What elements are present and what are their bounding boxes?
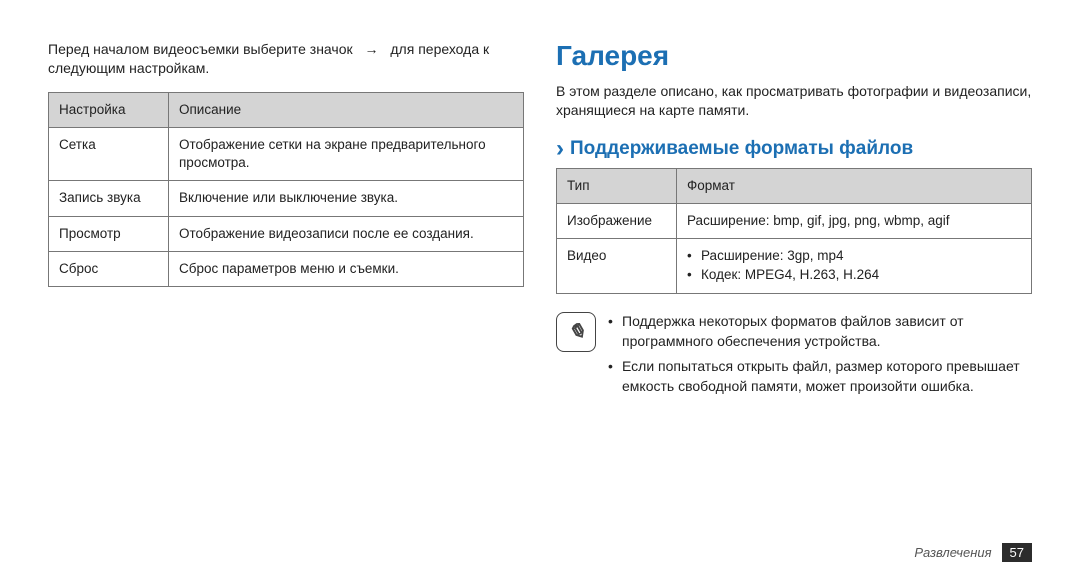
gallery-desc: В этом разделе описано, как просматриват…: [556, 82, 1032, 120]
formats-heading-text: Поддерживаемые форматы файлов: [570, 138, 913, 160]
cell-setting: Сброс: [49, 251, 169, 286]
right-column: Галерея В этом разделе описано, как прос…: [556, 40, 1032, 566]
header-desc: Описание: [169, 92, 524, 127]
table-row: Изображение Расширение: bmp, gif, jpg, p…: [557, 204, 1032, 239]
cell-setting: Сетка: [49, 128, 169, 181]
cell-desc: Отображение видеозаписи после ее создани…: [169, 216, 524, 251]
arrow-icon: →: [365, 41, 379, 57]
table-row: Видео Расширение: 3gp, mp4 Кодек: MPEG4,…: [557, 239, 1032, 294]
note-icon: ✎: [556, 312, 596, 352]
table-row: Просмотр Отображение видеозаписи после е…: [49, 216, 524, 251]
footer-category: Развлечения: [914, 545, 991, 560]
left-column: Перед началом видеосъемки выберите значо…: [48, 40, 524, 566]
page-root: Перед началом видеосъемки выберите значо…: [0, 0, 1080, 586]
note-list: Поддержка некоторых форматов файлов зави…: [608, 312, 1032, 402]
cell-type: Видео: [557, 239, 677, 294]
table-header-row: Настройка Описание: [49, 92, 524, 127]
cell-setting: Запись звука: [49, 181, 169, 216]
note-item: Если попытаться открыть файл, размер кот…: [608, 357, 1032, 396]
note-item: Поддержка некоторых форматов файлов зави…: [608, 312, 1032, 351]
page-footer: Развлечения 57: [914, 543, 1032, 562]
table-row: Запись звука Включение или выключение зв…: [49, 181, 524, 216]
footer-page-number: 57: [1002, 543, 1032, 562]
gallery-heading: Галерея: [556, 40, 1032, 72]
list-item: Кодек: MPEG4, H.263, H.264: [687, 266, 1021, 285]
table-row: Сетка Отображение сетки на экране предва…: [49, 128, 524, 181]
cell-desc: Сброс параметров меню и съемки.: [169, 251, 524, 286]
header-type: Тип: [557, 168, 677, 203]
cell-desc: Включение или выключение звука.: [169, 181, 524, 216]
table-row: Сброс Сброс параметров меню и съемки.: [49, 251, 524, 286]
header-setting: Настройка: [49, 92, 169, 127]
cell-type: Изображение: [557, 204, 677, 239]
list-item: Расширение: 3gp, mp4: [687, 247, 1021, 266]
cell-format: Расширение: bmp, gif, jpg, png, wbmp, ag…: [677, 204, 1032, 239]
video-format-list: Расширение: 3gp, mp4 Кодек: MPEG4, H.263…: [687, 247, 1021, 285]
note-box: ✎ Поддержка некоторых форматов файлов за…: [556, 312, 1032, 402]
formats-heading: › Поддерживаемые форматы файлов: [556, 138, 1032, 160]
intro-part1: Перед началом видеосъемки выберите значо…: [48, 41, 353, 57]
header-format: Формат: [677, 168, 1032, 203]
settings-table: Настройка Описание Сетка Отображение сет…: [48, 92, 524, 287]
cell-desc: Отображение сетки на экране предваритель…: [169, 128, 524, 181]
cell-setting: Просмотр: [49, 216, 169, 251]
table-header-row: Тип Формат: [557, 168, 1032, 203]
intro-text: Перед началом видеосъемки выберите значо…: [48, 40, 524, 78]
formats-table: Тип Формат Изображение Расширение: bmp, …: [556, 168, 1032, 294]
cell-format: Расширение: 3gp, mp4 Кодек: MPEG4, H.263…: [677, 239, 1032, 294]
